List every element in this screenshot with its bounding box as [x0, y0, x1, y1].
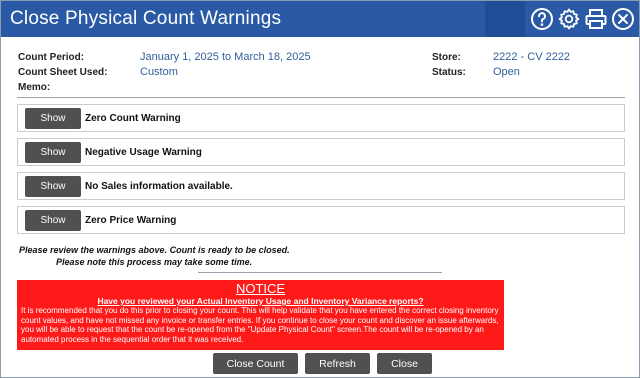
count-period-value: January 1, 2025 to March 18, 2025: [140, 51, 311, 63]
review-note: Please review the warnings above. Count …: [19, 245, 290, 255]
window-title: Close Physical Count Warnings: [10, 8, 282, 29]
notice-box: NOTICE Have you reviewed your Actual Inv…: [17, 280, 504, 350]
help-icon[interactable]: [530, 7, 554, 31]
store-value: 2222 - CV 2222: [493, 51, 571, 63]
process-time-note: Please note this process may take some t…: [56, 257, 253, 267]
warning-text: Zero Count Warning: [85, 113, 181, 124]
store-label: Store:: [432, 52, 461, 63]
notice-body: It is recommended that you do this prior…: [21, 306, 499, 344]
gear-icon[interactable]: [557, 7, 581, 31]
count-period-label: Count Period:: [18, 52, 85, 63]
show-zero-count-button[interactable]: Show: [25, 108, 81, 129]
count-sheet-label: Count Sheet Used:: [18, 67, 108, 78]
notice-question: Have you reviewed your Actual Inventory …: [97, 296, 424, 306]
divider: [17, 97, 625, 98]
warning-row: Show No Sales information available.: [17, 172, 625, 200]
show-zero-price-button[interactable]: Show: [25, 210, 81, 231]
warning-row: Show Zero Count Warning: [17, 104, 625, 132]
memo-label: Memo:: [18, 82, 51, 93]
close-button[interactable]: Close: [377, 353, 432, 374]
status-label: Status:: [432, 67, 466, 78]
title-bar-accent: [485, 1, 525, 37]
notice-title: NOTICE: [235, 281, 286, 296]
show-negative-usage-button[interactable]: Show: [25, 142, 81, 163]
divider: [198, 272, 442, 273]
warning-row: Show Negative Usage Warning: [17, 138, 625, 166]
warning-text: Negative Usage Warning: [85, 147, 202, 158]
warning-text: Zero Price Warning: [85, 215, 177, 226]
print-icon[interactable]: [584, 7, 608, 31]
status-value: Open: [493, 66, 520, 78]
warning-text: No Sales information available.: [85, 181, 233, 192]
title-bar: Close Physical Count Warnings: [1, 1, 639, 37]
show-no-sales-button[interactable]: Show: [25, 176, 81, 197]
warning-row: Show Zero Price Warning: [17, 206, 625, 234]
close-count-button[interactable]: Close Count: [213, 353, 298, 374]
dialog-window: Close Physical Count Warnings Count Peri…: [0, 0, 640, 378]
close-icon[interactable]: [611, 7, 635, 31]
refresh-button[interactable]: Refresh: [305, 353, 370, 374]
count-sheet-value: Custom: [140, 66, 178, 78]
